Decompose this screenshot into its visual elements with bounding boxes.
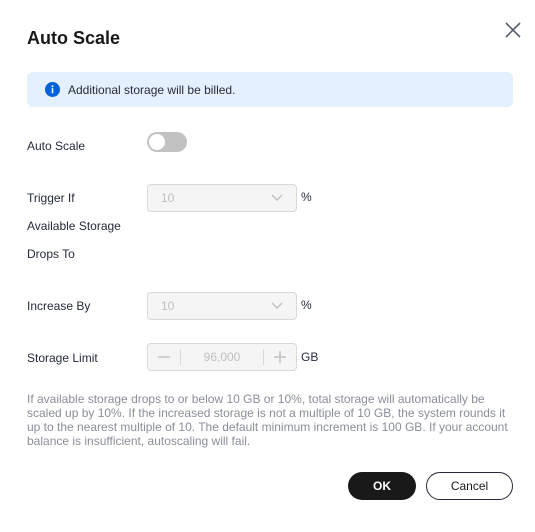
- plus-icon: [274, 351, 286, 363]
- increase-by-label: Increase By: [27, 299, 91, 313]
- storage-limit-label: Storage Limit: [27, 351, 98, 365]
- billing-notice-banner: Additional storage will be billed.: [27, 72, 513, 107]
- cancel-button[interactable]: Cancel: [426, 472, 513, 500]
- increase-by-value: 10: [161, 299, 175, 313]
- toggle-knob: [149, 134, 165, 150]
- increase-by-select[interactable]: 10: [147, 292, 297, 320]
- info-icon: [45, 82, 60, 97]
- ok-button[interactable]: OK: [348, 472, 416, 500]
- banner-text: Additional storage will be billed.: [68, 82, 236, 97]
- auto-scale-dialog: Auto Scale Additional storage will be bi…: [0, 0, 535, 532]
- increase-by-unit: %: [301, 298, 312, 312]
- increment-button[interactable]: [264, 344, 296, 370]
- auto-scale-label: Auto Scale: [27, 139, 86, 153]
- decrement-button[interactable]: [148, 344, 180, 370]
- trigger-unit: %: [301, 190, 312, 204]
- storage-limit-value[interactable]: 96,000: [181, 350, 263, 364]
- dialog-title: Auto Scale: [27, 28, 121, 48]
- trigger-threshold-value: 10: [161, 191, 175, 205]
- trigger-threshold-select[interactable]: 10: [147, 184, 297, 212]
- chevron-down-icon: [271, 194, 283, 201]
- auto-scale-toggle[interactable]: [147, 132, 187, 152]
- storage-limit-stepper[interactable]: 96,000: [147, 343, 297, 371]
- trigger-label-line1: Trigger If: [27, 191, 75, 205]
- minus-icon: [158, 356, 170, 358]
- close-icon[interactable]: [502, 19, 524, 41]
- trigger-label-line2: Available Storage: [27, 219, 121, 233]
- trigger-label-line3: Drops To: [27, 247, 75, 261]
- auto-scale-description: If available storage drops to or below 1…: [27, 392, 508, 448]
- chevron-down-icon: [271, 302, 283, 309]
- storage-limit-unit: GB: [301, 350, 319, 364]
